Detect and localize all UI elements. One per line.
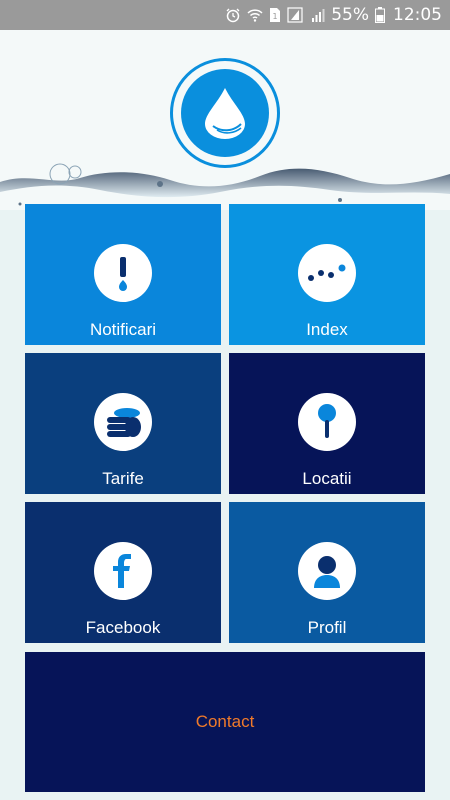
facebook-icon: [94, 542, 152, 600]
dots-graph-icon: [298, 244, 356, 302]
signal-bars-icon: [311, 7, 325, 23]
person-icon: [298, 542, 356, 600]
alarm-icon: [225, 7, 241, 23]
contact-label: Contact: [195, 712, 255, 731]
tile-tarife[interactable]: Tarife: [25, 353, 221, 494]
header: [0, 30, 450, 210]
clock: 12:05: [393, 5, 442, 25]
tile-label: Index: [306, 320, 348, 339]
signal-icon: [287, 7, 305, 23]
tile-label: Profil: [307, 618, 347, 637]
svg-text:1: 1: [273, 12, 278, 21]
tile-index[interactable]: Index: [229, 204, 425, 345]
pin-icon: [298, 393, 356, 451]
tile-label: Tarife: [102, 469, 144, 488]
exclamation-icon: [94, 244, 152, 302]
battery-percent: 55%: [331, 5, 369, 25]
battery-icon: [375, 7, 385, 23]
tile-facebook[interactable]: Facebook: [25, 502, 221, 643]
tile-notificari[interactable]: Notificari: [25, 204, 221, 345]
contact-button[interactable]: Contact: [25, 652, 425, 792]
coins-icon: [94, 393, 152, 451]
wifi-icon: [247, 7, 263, 23]
water-surface-decoration: [0, 163, 450, 206]
water-drop-logo[interactable]: [170, 58, 280, 168]
tile-locatii[interactable]: Locatii: [229, 353, 425, 494]
tile-label: Notificari: [89, 320, 157, 339]
status-bar: 1 55% 12:05: [0, 0, 450, 30]
tile-label: Facebook: [85, 618, 161, 637]
tile-profil[interactable]: Profil: [229, 502, 425, 643]
sim-icon: 1: [269, 7, 281, 23]
tile-label: Locatii: [302, 469, 352, 488]
